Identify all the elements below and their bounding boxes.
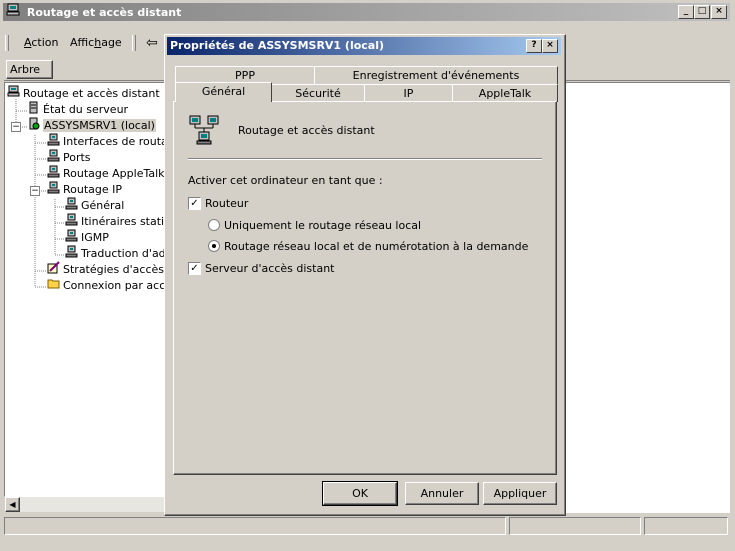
app-icon (6, 3, 20, 23)
tree-item-etat-serveur[interactable]: État du serveur (27, 101, 128, 117)
menu-action[interactable]: Action (18, 33, 64, 53)
apply-button[interactable]: Appliquer (483, 482, 557, 505)
status-pane-middle (509, 517, 641, 535)
tree-item-strategies[interactable]: Stratégies d'accès distant (47, 261, 167, 277)
menu-grip (5, 35, 9, 51)
radio-local-only[interactable]: Uniquement le routage réseau local (208, 218, 421, 232)
tree-item-connexion[interactable]: Connexion par accès distant (47, 277, 167, 295)
tree-item-routage-ip[interactable]: Routage IP (47, 181, 122, 197)
ok-button[interactable]: OK (322, 481, 398, 506)
tree-item-igmp[interactable]: IGMP (65, 229, 109, 245)
menu-affichage[interactable]: Affichage (64, 33, 128, 53)
tab-securite[interactable]: Sécurité (271, 84, 365, 102)
tab-enregistrement[interactable]: Enregistrement d'événements (314, 66, 558, 84)
tree-tab[interactable]: Arbre (6, 60, 53, 79)
tab-ip[interactable]: IP (364, 84, 453, 102)
main-window-title: Routage et accès distant (26, 6, 182, 19)
dialog-title-bar[interactable]: Propriétés de ASSYSMSRV1 (local) ? × (167, 37, 561, 55)
tree-item-appletalk[interactable]: Routage AppleTalk (47, 165, 165, 181)
router-checkbox-box[interactable]: ✓ (188, 196, 201, 210)
network-icon (47, 181, 60, 199)
tree-item-root[interactable]: Routage et accès distant (7, 85, 160, 101)
computer-icon (7, 85, 20, 103)
properties-dialog: Propriétés de ASSYSMSRV1 (local) ? × PPP… (164, 34, 566, 516)
remote-access-checkbox-box[interactable]: ✓ (188, 261, 201, 275)
minimize-button[interactable]: _ (678, 5, 694, 19)
separator (188, 158, 542, 160)
status-pane-right (644, 517, 728, 535)
header-label: Routage et accès distant (238, 124, 375, 137)
tree-item-itineraires[interactable]: Itinéraires statiques (65, 213, 167, 229)
tree-item-assysmsrv1[interactable]: ASSYSMSRV1 (local) (27, 117, 156, 133)
tree-item-ports[interactable]: Ports (47, 149, 91, 165)
status-bar (4, 515, 730, 535)
tab-general[interactable]: Général (175, 82, 272, 102)
tree-view[interactable]: − − Routage et accès distant État du ser… (4, 82, 168, 497)
status-pane-main (4, 517, 506, 535)
expander-assysmsrv1[interactable]: − (11, 122, 21, 132)
radio-local-only-circle[interactable] (208, 219, 220, 231)
help-button[interactable]: ? (526, 39, 542, 53)
toolbar-grip (132, 35, 136, 51)
radio-local-demand[interactable]: Routage réseau local et de numérotation … (208, 239, 528, 253)
server-status-icon (27, 117, 40, 135)
main-title-bar[interactable]: Routage et accès distant _ □ × (3, 3, 730, 21)
folder-icon (47, 277, 60, 295)
routing-network-icon (188, 114, 222, 149)
dialog-close-button[interactable]: × (542, 39, 558, 53)
close-button[interactable]: × (711, 5, 727, 19)
cancel-button[interactable]: Annuler (405, 482, 479, 505)
router-checkbox[interactable]: ✓ Routeur (188, 196, 248, 210)
scroll-left-button[interactable]: ◀ (5, 497, 20, 512)
tree-item-traduction[interactable]: Traduction d'adresses (65, 245, 167, 261)
maximize-button[interactable]: □ (694, 5, 710, 19)
back-arrow-icon[interactable]: ⇦ (146, 34, 158, 52)
remote-access-checkbox[interactable]: ✓ Serveur d'accès distant (188, 261, 335, 275)
tree-item-general[interactable]: Général (65, 197, 124, 213)
expander-routage-ip[interactable]: − (30, 186, 40, 196)
tab-appletalk[interactable]: AppleTalk (452, 84, 558, 102)
tab-page-general: Routage et accès distant Activer cet ord… (173, 101, 557, 475)
tree-horizontal-scrollbar[interactable]: ◀ (5, 497, 165, 512)
section-label: Activer cet ordinateur en tant que : (188, 174, 383, 187)
radio-local-demand-circle[interactable] (208, 240, 220, 252)
tree-item-interfaces[interactable]: Interfaces de routage (47, 133, 167, 149)
dialog-title: Propriétés de ASSYSMSRV1 (local) (170, 39, 385, 52)
